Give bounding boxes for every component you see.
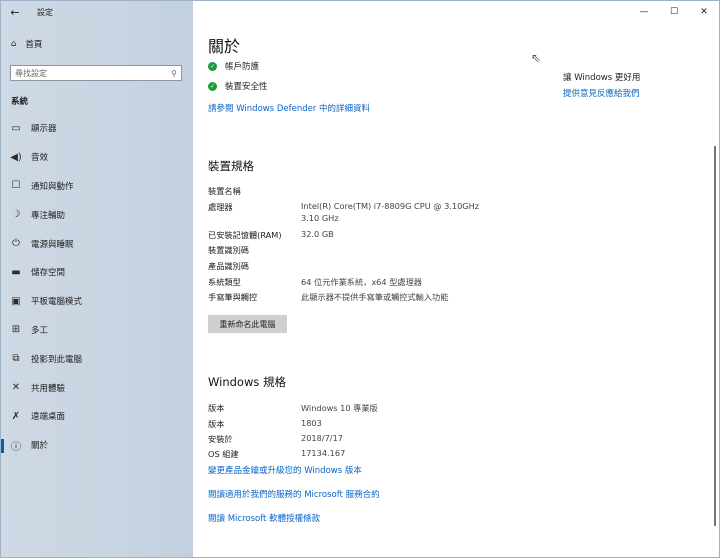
check-icon: ✓ (208, 61, 217, 71)
spec-value-secondary: 3.10 GHz (301, 213, 339, 223)
windows-specs-heading: Windows 規格 (208, 375, 286, 389)
sidebar-item-label: 專注輔助 (31, 210, 66, 221)
sidebar-item-label: 關於 (31, 441, 49, 452)
notification-icon: ☐ (11, 180, 21, 192)
sidebar-item-remote-desktop[interactable]: ✗ 遠端桌面 (1, 402, 193, 431)
tablet-icon: ▣ (11, 295, 21, 307)
home-icon: ⌂ (11, 39, 17, 49)
share-icon: ✕ (11, 382, 21, 394)
status-label: 帳戶防護 (225, 62, 260, 72)
title-bar: ← 設定 (1, 1, 193, 23)
sidebar-item-label: 電源與睡眠 (31, 239, 74, 250)
spec-label: 已安裝記憶體(RAM) (208, 230, 282, 240)
mouse-cursor-icon: ⇖ (531, 51, 542, 65)
remote-desktop-icon: ✗ (11, 410, 21, 422)
status-device-security: ✓ 裝置安全性 (208, 80, 268, 92)
sidebar-item-label: 投影到此電腦 (31, 354, 83, 365)
scrollbar[interactable] (714, 146, 716, 526)
spec-label: OS 組建 (208, 449, 239, 459)
home-nav[interactable]: ⌂ 首頁 (11, 38, 42, 50)
home-label: 首頁 (25, 40, 43, 50)
sidebar-item-label: 音效 (31, 153, 49, 164)
close-icon[interactable]: ✕ (689, 1, 719, 23)
spec-value: Intel(R) Core(TM) i7-8809G CPU @ 3.10GHz (301, 201, 480, 211)
license-terms-link[interactable]: 閱讀 Microsoft 軟體授權條款 (208, 512, 320, 524)
power-icon: ⏻ (12, 238, 20, 250)
sidebar-item-tablet-mode[interactable]: ▣ 平板電腦模式 (1, 287, 193, 316)
sidebar-item-label: 多工 (31, 325, 49, 336)
spec-value: 2018/7/17 (301, 433, 343, 443)
rename-pc-button[interactable]: 重新命名此電腦 (208, 315, 287, 333)
sidebar-item-display[interactable]: ▭ 顯示器 (1, 114, 193, 143)
maximize-icon[interactable]: ☐ (659, 1, 689, 23)
spec-label: 產品識別碼 (208, 261, 249, 271)
page-title: 關於 (208, 37, 241, 56)
minimize-icon[interactable]: — (629, 1, 659, 23)
sidebar-item-label: 共用體驗 (31, 383, 66, 394)
search-input[interactable]: 尋找設定 (15, 68, 47, 79)
sidebar-item-label: 平板電腦模式 (31, 297, 83, 308)
improve-windows-heading: 讓 Windows 更好用 (563, 73, 641, 83)
sidebar-item-shared-experiences[interactable]: ✕ 共用體驗 (1, 373, 193, 402)
multitask-icon: ⊞ (11, 324, 21, 336)
spec-label: 處理器 (208, 202, 233, 212)
speaker-icon: ◀) (10, 151, 22, 163)
spec-label: 系統類型 (208, 277, 241, 287)
spec-label: 手寫筆與觸控 (208, 292, 258, 302)
sidebar-item-storage[interactable]: ▬ 儲存空間 (1, 258, 193, 287)
spec-label: 版本 (208, 419, 225, 429)
section-label-system: 系統 (11, 97, 29, 107)
moon-icon: ☽ (11, 209, 21, 221)
main-content: — ☐ ✕ 關於 ✓ 帳戶防護 ✓ 裝置安全性 請參閱 Windows Defe… (193, 1, 719, 557)
spec-label: 裝置識別碼 (208, 245, 249, 255)
sidebar-nav: ▭ 顯示器 ◀) 音效 ☐ 通知與動作 ☽ 專注輔助 ⏻ 電源與睡眠 ▬ 儲存空… (1, 114, 193, 460)
settings-window: ← 設定 ⌂ 首頁 尋找設定 ⚲ 系統 ▭ 顯示器 ◀) 音效 ☐ 通知與動作 (0, 0, 720, 558)
spec-value: 1803 (301, 418, 322, 428)
spec-label: 版本 (208, 403, 225, 413)
window-controls: — ☐ ✕ (629, 1, 719, 23)
sidebar-item-label: 顯示器 (31, 124, 57, 135)
status-label: 裝置安全性 (225, 82, 268, 92)
info-icon: ⓘ (11, 441, 21, 453)
sidebar-item-label: 儲存空間 (31, 268, 66, 279)
back-arrow-icon[interactable]: ← (1, 6, 29, 19)
sidebar-item-projecting[interactable]: ⧉ 投影到此電腦 (1, 344, 193, 373)
spec-value: 64 位元作業系統，x64 型處理器 (301, 277, 422, 287)
project-icon: ⧉ (12, 353, 20, 365)
defender-details-link[interactable]: 請參閱 Windows Defender 中的詳細資料 (208, 102, 370, 114)
spec-value: 32.0 GB (301, 229, 334, 239)
search-icon[interactable]: ⚲ (171, 69, 177, 78)
check-icon: ✓ (208, 81, 217, 91)
status-account-protection: ✓ 帳戶防護 (208, 60, 259, 72)
spec-label: 裝置名稱 (208, 186, 241, 196)
sidebar-item-notifications[interactable]: ☐ 通知與動作 (1, 172, 193, 201)
spec-value: 此顯示器不提供手寫筆或觸控式輸入功能 (301, 292, 449, 302)
device-specs-heading: 裝置規格 (208, 159, 254, 173)
sidebar: ← 設定 ⌂ 首頁 尋找設定 ⚲ 系統 ▭ 顯示器 ◀) 音效 ☐ 通知與動作 (1, 1, 193, 557)
monitor-icon: ▭ (11, 122, 21, 134)
spec-value: Windows 10 專業版 (301, 403, 378, 413)
sidebar-item-multitasking[interactable]: ⊞ 多工 (1, 316, 193, 345)
service-agreement-link[interactable]: 閱讀適用於我們的服務的 Microsoft 服務合約 (208, 488, 380, 500)
search-box[interactable]: 尋找設定 ⚲ (10, 65, 182, 81)
sidebar-item-power[interactable]: ⏻ 電源與睡眠 (1, 229, 193, 258)
spec-value: 17134.167 (301, 448, 346, 458)
sidebar-item-label: 遠端桌面 (31, 412, 66, 423)
storage-icon: ▬ (11, 266, 21, 278)
sidebar-item-focus-assist[interactable]: ☽ 專注輔助 (1, 200, 193, 229)
sidebar-item-sound[interactable]: ◀) 音效 (1, 143, 193, 172)
spec-label: 安裝於 (208, 434, 233, 444)
change-product-key-link[interactable]: 變更產品金鑰或升級您的 Windows 版本 (208, 464, 362, 476)
sidebar-item-about[interactable]: ⓘ 關於 (1, 431, 193, 460)
sidebar-item-label: 通知與動作 (31, 181, 74, 192)
feedback-link[interactable]: 提供意見反應給我們 (563, 87, 640, 99)
window-title: 設定 (37, 7, 53, 17)
